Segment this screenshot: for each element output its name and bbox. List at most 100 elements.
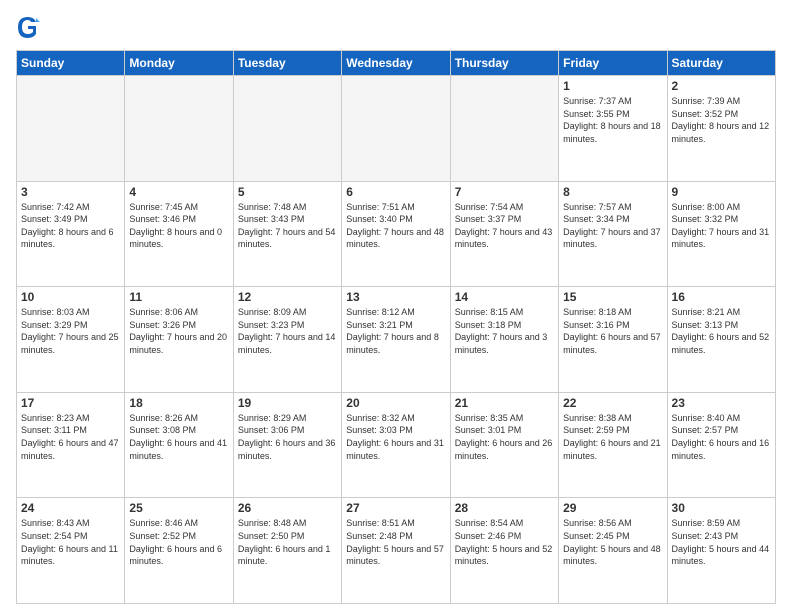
calendar: SundayMondayTuesdayWednesdayThursdayFrid… [16, 50, 776, 604]
weekday-header-row: SundayMondayTuesdayWednesdayThursdayFrid… [17, 51, 776, 76]
calendar-cell: 6 Sunrise: 7:51 AM Sunset: 3:40 PM Daylig… [342, 181, 450, 287]
day-info: Sunrise: 8:29 AM Sunset: 3:06 PM Dayligh… [238, 412, 337, 462]
day-number: 29 [563, 501, 662, 515]
day-number: 18 [129, 396, 228, 410]
calendar-cell [125, 76, 233, 182]
calendar-cell [233, 76, 341, 182]
day-info: Sunrise: 8:43 AM Sunset: 2:54 PM Dayligh… [21, 517, 120, 567]
day-info: Sunrise: 8:56 AM Sunset: 2:45 PM Dayligh… [563, 517, 662, 567]
calendar-cell [450, 76, 558, 182]
day-info: Sunrise: 8:59 AM Sunset: 2:43 PM Dayligh… [672, 517, 771, 567]
calendar-cell: 2 Sunrise: 7:39 AM Sunset: 3:52 PM Daylig… [667, 76, 775, 182]
day-number: 17 [21, 396, 120, 410]
calendar-cell: 7Sunrise: 7:54 AM Sunset: 3:37 PM Daylig… [450, 181, 558, 287]
calendar-cell: 14 Sunrise: 8:15 AM Sunset: 3:18 PM Dayli… [450, 287, 558, 393]
day-number: 6 [346, 185, 445, 199]
calendar-cell: 18Sunrise: 8:26 AM Sunset: 3:08 PM Dayli… [125, 392, 233, 498]
day-info: Sunrise: 8:18 AM Sunset: 3:16 PM Dayligh… [563, 306, 662, 356]
day-number: 10 [21, 290, 120, 304]
calendar-week-3: 10 Sunrise: 8:03 AM Sunset: 3:29 PM Dayli… [17, 287, 776, 393]
day-info: Sunrise: 8:38 AM Sunset: 2:59 PM Dayligh… [563, 412, 662, 462]
calendar-cell: 19 Sunrise: 8:29 AM Sunset: 3:06 PM Dayli… [233, 392, 341, 498]
calendar-week-4: 17 Sunrise: 8:23 AM Sunset: 3:11 PM Dayli… [17, 392, 776, 498]
day-info: Sunrise: 7:57 AM Sunset: 3:34 PM Dayligh… [563, 201, 662, 251]
weekday-header-friday: Friday [559, 51, 667, 76]
day-info: Sunrise: 8:48 AM Sunset: 2:50 PM Dayligh… [238, 517, 337, 567]
calendar-header: SundayMondayTuesdayWednesdayThursdayFrid… [17, 51, 776, 76]
logo-icon [16, 12, 40, 42]
calendar-cell: 1 Sunrise: 7:37 AM Sunset: 3:55 PM Daylig… [559, 76, 667, 182]
calendar-week-1: 1 Sunrise: 7:37 AM Sunset: 3:55 PM Daylig… [17, 76, 776, 182]
day-info: Sunrise: 7:51 AM Sunset: 3:40 PM Dayligh… [346, 201, 445, 251]
day-number: 30 [672, 501, 771, 515]
day-info: Sunrise: 8:32 AM Sunset: 3:03 PM Dayligh… [346, 412, 445, 462]
day-number: 5 [238, 185, 337, 199]
weekday-header-monday: Monday [125, 51, 233, 76]
day-info: Sunrise: 8:46 AM Sunset: 2:52 PM Dayligh… [129, 517, 228, 567]
day-number: 9 [672, 185, 771, 199]
day-number: 2 [672, 79, 771, 93]
weekday-header-sunday: Sunday [17, 51, 125, 76]
logo [16, 12, 44, 42]
day-number: 28 [455, 501, 554, 515]
day-number: 4 [129, 185, 228, 199]
day-number: 8 [563, 185, 662, 199]
day-info: Sunrise: 8:06 AM Sunset: 3:26 PM Dayligh… [129, 306, 228, 356]
day-number: 14 [455, 290, 554, 304]
calendar-cell: 11Sunrise: 8:06 AM Sunset: 3:26 PM Dayli… [125, 287, 233, 393]
calendar-cell: 8 Sunrise: 7:57 AM Sunset: 3:34 PM Daylig… [559, 181, 667, 287]
day-number: 20 [346, 396, 445, 410]
calendar-cell: 23 Sunrise: 8:40 AM Sunset: 2:57 PM Dayli… [667, 392, 775, 498]
weekday-header-wednesday: Wednesday [342, 51, 450, 76]
day-number: 19 [238, 396, 337, 410]
day-info: Sunrise: 8:40 AM Sunset: 2:57 PM Dayligh… [672, 412, 771, 462]
day-number: 22 [563, 396, 662, 410]
day-info: Sunrise: 8:15 AM Sunset: 3:18 PM Dayligh… [455, 306, 554, 356]
calendar-cell: 5 Sunrise: 7:48 AM Sunset: 3:43 PM Daylig… [233, 181, 341, 287]
day-number: 1 [563, 79, 662, 93]
day-info: Sunrise: 8:00 AM Sunset: 3:32 PM Dayligh… [672, 201, 771, 251]
day-info: Sunrise: 7:42 AM Sunset: 3:49 PM Dayligh… [21, 201, 120, 251]
day-number: 21 [455, 396, 554, 410]
day-info: Sunrise: 8:09 AM Sunset: 3:23 PM Dayligh… [238, 306, 337, 356]
header [16, 12, 776, 42]
day-info: Sunrise: 8:23 AM Sunset: 3:11 PM Dayligh… [21, 412, 120, 462]
day-number: 26 [238, 501, 337, 515]
calendar-cell [17, 76, 125, 182]
calendar-week-5: 24 Sunrise: 8:43 AM Sunset: 2:54 PM Dayli… [17, 498, 776, 604]
day-info: Sunrise: 7:54 AM Sunset: 3:37 PM Dayligh… [455, 201, 554, 251]
day-info: Sunrise: 7:48 AM Sunset: 3:43 PM Dayligh… [238, 201, 337, 251]
day-number: 27 [346, 501, 445, 515]
page: SundayMondayTuesdayWednesdayThursdayFrid… [0, 0, 792, 612]
day-number: 13 [346, 290, 445, 304]
day-number: 23 [672, 396, 771, 410]
day-info: Sunrise: 7:39 AM Sunset: 3:52 PM Dayligh… [672, 95, 771, 145]
day-number: 24 [21, 501, 120, 515]
day-number: 3 [21, 185, 120, 199]
day-info: Sunrise: 8:21 AM Sunset: 3:13 PM Dayligh… [672, 306, 771, 356]
calendar-cell: 30 Sunrise: 8:59 AM Sunset: 2:43 PM Dayli… [667, 498, 775, 604]
day-info: Sunrise: 8:03 AM Sunset: 3:29 PM Dayligh… [21, 306, 120, 356]
calendar-cell: 20 Sunrise: 8:32 AM Sunset: 3:03 PM Dayli… [342, 392, 450, 498]
weekday-header-tuesday: Tuesday [233, 51, 341, 76]
calendar-cell: 10 Sunrise: 8:03 AM Sunset: 3:29 PM Dayli… [17, 287, 125, 393]
day-info: Sunrise: 7:37 AM Sunset: 3:55 PM Dayligh… [563, 95, 662, 145]
calendar-cell: 22 Sunrise: 8:38 AM Sunset: 2:59 PM Dayli… [559, 392, 667, 498]
calendar-cell: 3 Sunrise: 7:42 AM Sunset: 3:49 PM Daylig… [17, 181, 125, 287]
weekday-header-saturday: Saturday [667, 51, 775, 76]
calendar-cell: 27Sunrise: 8:51 AM Sunset: 2:48 PM Dayli… [342, 498, 450, 604]
day-info: Sunrise: 8:12 AM Sunset: 3:21 PM Dayligh… [346, 306, 445, 356]
calendar-body: 1 Sunrise: 7:37 AM Sunset: 3:55 PM Daylig… [17, 76, 776, 604]
calendar-cell: 4 Sunrise: 7:45 AM Sunset: 3:46 PM Daylig… [125, 181, 233, 287]
day-info: Sunrise: 7:45 AM Sunset: 3:46 PM Dayligh… [129, 201, 228, 251]
calendar-cell: 24 Sunrise: 8:43 AM Sunset: 2:54 PM Dayli… [17, 498, 125, 604]
day-number: 12 [238, 290, 337, 304]
calendar-cell: 26 Sunrise: 8:48 AM Sunset: 2:50 PM Dayli… [233, 498, 341, 604]
calendar-cell: 29 Sunrise: 8:56 AM Sunset: 2:45 PM Dayli… [559, 498, 667, 604]
calendar-week-2: 3 Sunrise: 7:42 AM Sunset: 3:49 PM Daylig… [17, 181, 776, 287]
calendar-cell: 9 Sunrise: 8:00 AM Sunset: 3:32 PM Daylig… [667, 181, 775, 287]
day-number: 25 [129, 501, 228, 515]
calendar-cell: 25 Sunrise: 8:46 AM Sunset: 2:52 PM Dayli… [125, 498, 233, 604]
calendar-cell: 15Sunrise: 8:18 AM Sunset: 3:16 PM Dayli… [559, 287, 667, 393]
weekday-header-thursday: Thursday [450, 51, 558, 76]
